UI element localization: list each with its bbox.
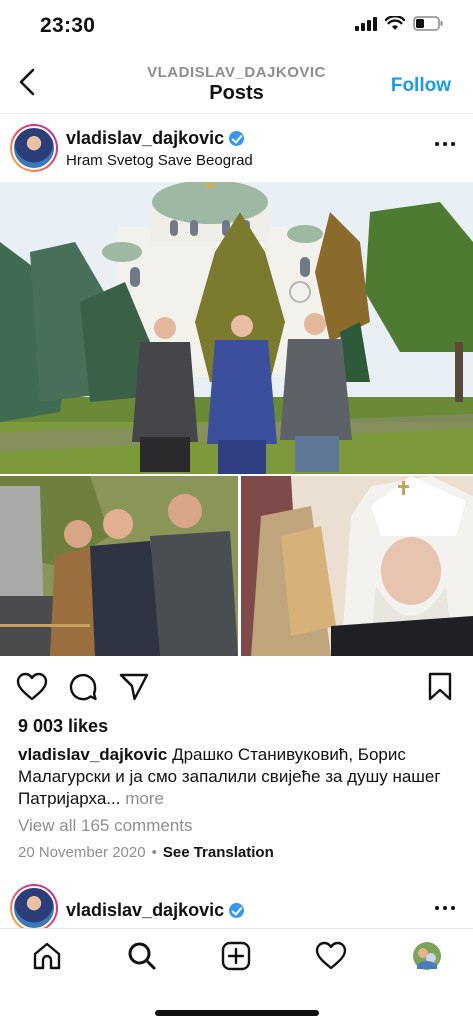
status-bar: 23:30 xyxy=(0,0,473,52)
verified-badge-icon xyxy=(229,131,245,146)
profile-icon xyxy=(412,941,442,976)
more-options-button[interactable] xyxy=(435,142,455,146)
see-translation-link[interactable]: See Translation xyxy=(163,844,274,861)
likes-count[interactable]: 9 003 likes xyxy=(18,716,108,737)
more-options-button[interactable] xyxy=(435,906,455,910)
verified-badge-icon xyxy=(229,903,245,918)
tab-profile[interactable] xyxy=(410,941,444,975)
post-photo-patriarch[interactable] xyxy=(241,476,473,656)
post-date-row: 20 November 2020 • See Translation xyxy=(18,844,274,861)
status-icons xyxy=(355,15,443,36)
comment-icon xyxy=(68,673,98,706)
next-post-username[interactable]: vladislav_dajkovic xyxy=(66,900,245,921)
wifi-icon xyxy=(384,15,406,36)
post-username-text[interactable]: vladislav_dajkovic xyxy=(66,128,224,149)
post-photo-candles[interactable] xyxy=(0,476,238,656)
separator-dot: • xyxy=(151,844,157,861)
dot xyxy=(443,142,447,146)
bottom-tab-bar xyxy=(0,928,473,1024)
tab-activity[interactable] xyxy=(314,941,348,975)
signal-icon xyxy=(355,16,377,36)
follow-button[interactable]: Follow xyxy=(391,75,451,97)
dot xyxy=(451,906,455,910)
patriarch-portrait-illustration xyxy=(241,476,473,656)
church-scene-illustration xyxy=(0,182,473,474)
new-post-icon xyxy=(221,941,251,976)
candle-scene-illustration xyxy=(0,476,238,656)
post-caption: vladislav_dajkovic Драшко Станивуковић, … xyxy=(18,744,458,810)
bookmark-icon xyxy=(428,672,452,706)
like-button[interactable] xyxy=(16,672,48,707)
post-username[interactable]: vladislav_dajkovic xyxy=(66,128,245,149)
tab-home[interactable] xyxy=(30,941,64,975)
heart-icon xyxy=(16,672,48,706)
avatar[interactable] xyxy=(10,124,58,172)
activity-icon xyxy=(315,941,347,976)
share-icon xyxy=(118,673,150,706)
caption-username[interactable]: vladislav_dajkovic xyxy=(18,745,167,764)
next-post-header: vladislav_dajkovic xyxy=(0,884,473,934)
post-actions xyxy=(0,668,473,708)
battery-icon xyxy=(413,16,443,36)
dot xyxy=(451,142,455,146)
tab-search[interactable] xyxy=(125,941,159,975)
post-date: 20 November 2020 xyxy=(18,844,146,861)
view-comments-link[interactable]: View all 165 comments xyxy=(18,816,193,836)
nav-header: VLADISLAV_DAJKOVIC Posts Follow xyxy=(0,58,473,114)
status-time: 23:30 xyxy=(40,14,96,37)
home-indicator xyxy=(155,1010,319,1016)
dot xyxy=(435,906,439,910)
home-icon xyxy=(32,941,62,976)
share-button[interactable] xyxy=(118,672,150,707)
search-icon xyxy=(127,941,157,976)
tab-new-post[interactable] xyxy=(219,941,253,975)
post-location[interactable]: Hram Svetog Save Beograd xyxy=(66,152,253,169)
dot xyxy=(443,906,447,910)
dot xyxy=(435,142,439,146)
save-button[interactable] xyxy=(428,672,452,707)
post-header: vladislav_dajkovic Hram Svetog Save Beog… xyxy=(0,120,473,180)
comment-button[interactable] xyxy=(68,672,98,707)
next-post-username-text[interactable]: vladislav_dajkovic xyxy=(66,900,224,921)
post-photo-main[interactable] xyxy=(0,182,473,474)
caption-more-link[interactable]: more xyxy=(125,789,164,808)
avatar[interactable] xyxy=(10,884,58,932)
